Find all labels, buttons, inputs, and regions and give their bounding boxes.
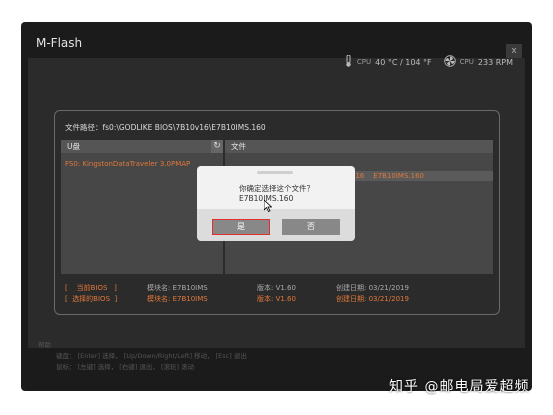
cpu-temp-value: 40 °C / 104 °F	[375, 57, 432, 67]
file-name: E7B10IMS.160	[373, 172, 425, 180]
file-column-header: 文件	[225, 140, 493, 153]
sensor-bar: CPU 40 °C / 104 °F CPU 233 RPM	[344, 54, 513, 69]
current-bios-label: [ 当前BIOS ]	[65, 284, 117, 292]
help-keyboard: 键盘： [Enter] 选择， [Up/Down/Right/Left] 移动，…	[56, 352, 247, 360]
drive-column-header: U盘	[61, 140, 211, 153]
refresh-button[interactable]: ↻	[211, 140, 223, 153]
dialog-drag-handle[interactable]	[257, 171, 293, 174]
thermometer-icon	[344, 54, 353, 69]
mouse-cursor-icon	[263, 197, 273, 216]
no-button[interactable]: 否	[282, 219, 340, 235]
refresh-icon: ↻	[213, 141, 221, 151]
cpu-fan-label: CPU	[459, 58, 474, 66]
cpu-temp-sensor: CPU 40 °C / 104 °F	[344, 54, 432, 69]
selected-bios-module: 模块名: E7B10IMS	[147, 295, 208, 303]
selected-bios-date: 创建日期: 03/21/2019	[336, 295, 409, 303]
cpu-fan-value: 233 RPM	[477, 57, 513, 67]
file-item[interactable]: 216 E7B10IMS.160	[351, 172, 424, 180]
help-title: 帮助	[38, 341, 51, 349]
dialog-message: 你确定选择这个文件？	[239, 184, 314, 193]
watermark: 知乎 @邮电局爱超频	[389, 379, 530, 395]
selected-bios-label: [ 选择的BIOS ]	[65, 295, 118, 303]
selected-bios-version: 版本: V1.60	[257, 295, 296, 303]
help-mouse: 鼠标： [左键] 选择， [右键] 退出， [滚轮] 滚动	[56, 363, 195, 371]
title-bar: M-Flash x	[21, 22, 532, 58]
current-bios-module: 模块名: E7B10IMS	[147, 284, 208, 292]
cpu-temp-label: CPU	[356, 58, 372, 66]
fan-icon	[443, 55, 456, 69]
window-title: M-Flash	[36, 36, 83, 50]
file-path: 文件路径：fs0:\GODLIKE BIOS\7B10v16\E7B10IMS.…	[65, 123, 266, 132]
current-bios-date: 创建日期: 03/21/2019	[336, 284, 409, 292]
current-bios-version: 版本: V1.60	[257, 284, 296, 292]
cpu-fan-sensor: CPU 233 RPM	[443, 55, 513, 69]
drive-item[interactable]: FS0: KingstonDataTraveler 3.0PMAP	[65, 160, 190, 168]
yes-button[interactable]: 是	[212, 219, 270, 235]
